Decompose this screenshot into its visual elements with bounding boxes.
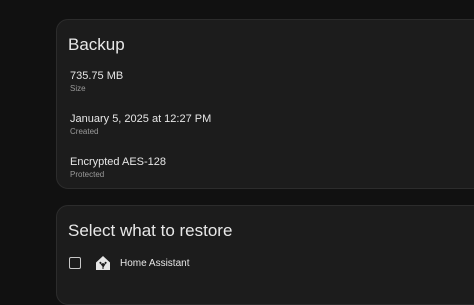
backup-created-label: Created <box>70 127 99 136</box>
backup-encryption-value: Encrypted AES-128 <box>70 156 167 168</box>
backup-created-value: January 5, 2025 at 12:27 PM <box>70 113 212 125</box>
backup-size-label: Size <box>70 84 86 93</box>
backup-encryption-label: Protected <box>70 170 105 179</box>
restore-checkbox[interactable] <box>69 257 81 269</box>
restore-item-label: Home Assistant <box>120 257 190 269</box>
backup-title: Backup <box>68 35 125 54</box>
restore-item-home-assistant[interactable]: Home Assistant <box>69 254 189 272</box>
backup-created-item: January 5, 2025 at 12:27 PM Created <box>70 112 211 138</box>
restore-title: Select what to restore <box>68 221 233 240</box>
backup-encryption-item: Encrypted AES-128 Protected <box>70 155 166 181</box>
home-assistant-icon <box>94 254 112 272</box>
backup-size-value: 735.75 MB <box>70 70 124 82</box>
restore-card: Select what to restore Home Assistant <box>56 205 474 305</box>
backup-size-item: 735.75 MB Size <box>70 69 123 95</box>
backup-card: Backup 735.75 MB Size January 5, 2025 at… <box>56 19 474 189</box>
